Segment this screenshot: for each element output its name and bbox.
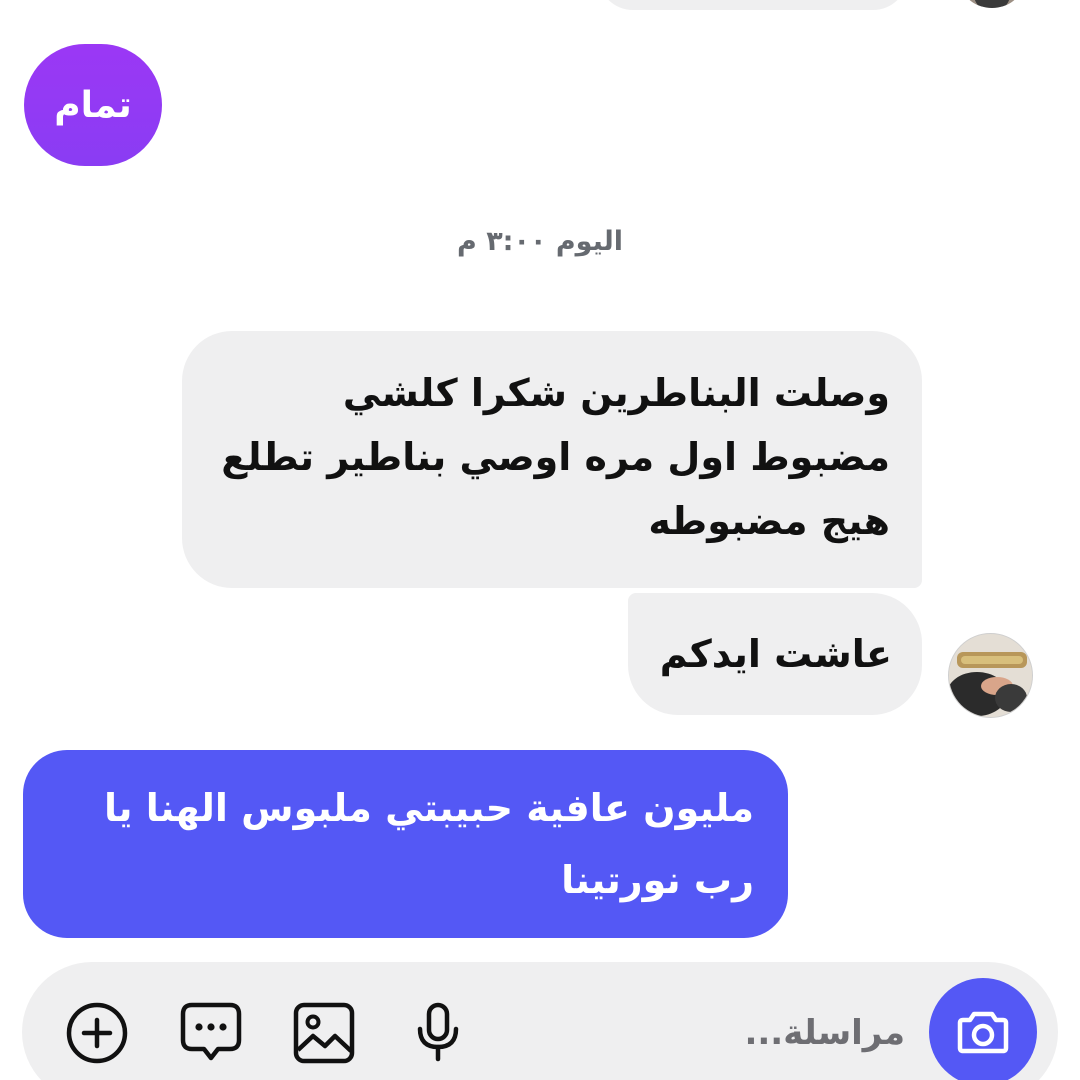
more-button[interactable]: [63, 999, 131, 1067]
message-text: وصلت البناطرين شكرا كلشي مضبوط اول مره ا…: [221, 371, 890, 543]
microphone-button[interactable]: [404, 999, 472, 1067]
sender-avatar[interactable]: [948, 633, 1033, 718]
dm-thread-screen: تمام اليوم ٣:٠٠ م وصلت البناطرين شكرا كل…: [0, 0, 1080, 1080]
message-text: تمام: [54, 84, 132, 126]
sticker-button[interactable]: [177, 999, 245, 1067]
timestamp-divider: اليوم ٣:٠٠ م: [457, 226, 623, 257]
microphone-icon: [417, 1002, 459, 1062]
image-icon: [293, 1002, 355, 1064]
avatar-photo: [949, 634, 1032, 717]
message-input[interactable]: [560, 1005, 905, 1061]
camera-button[interactable]: [929, 978, 1037, 1080]
message-text: مليون عافية حبيبتي ملبوس الهنا يا رب نور…: [103, 786, 754, 902]
camera-icon: [957, 1011, 1009, 1054]
outgoing-message-bubble[interactable]: تمام: [24, 44, 162, 166]
plus-circle-icon: [66, 1002, 128, 1064]
incoming-message-bubble[interactable]: وصلت البناطرين شكرا كلشي مضبوط اول مره ا…: [182, 331, 922, 588]
sender-avatar-top[interactable]: [962, 0, 1022, 8]
outgoing-message-bubble[interactable]: مليون عافية حبيبتي ملبوس الهنا يا رب نور…: [23, 750, 788, 938]
incoming-message-bubble[interactable]: عاشت ايدكم: [628, 593, 922, 715]
message-text: عاشت ايدكم: [659, 632, 892, 676]
gallery-button[interactable]: [290, 999, 358, 1067]
previous-message-bubble[interactable]: [598, 0, 908, 10]
chat-bubble-icon: [180, 1002, 242, 1061]
